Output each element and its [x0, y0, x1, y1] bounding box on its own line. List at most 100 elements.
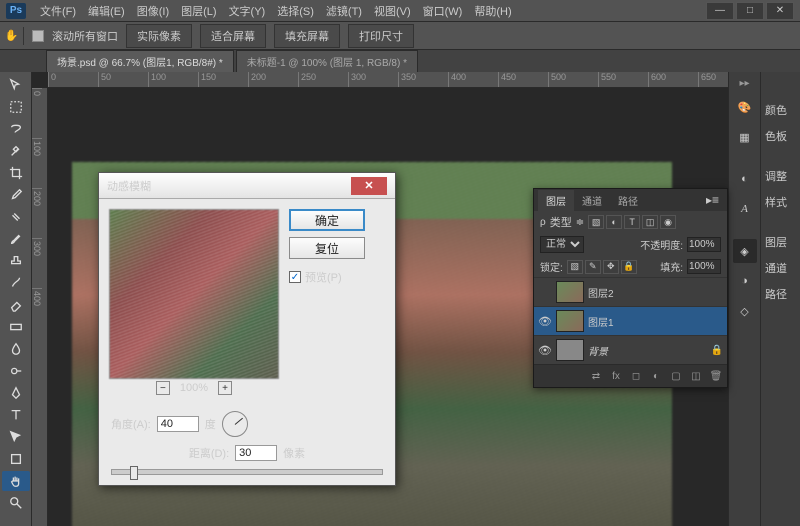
layer-row[interactable]: 👁 图层1: [534, 306, 727, 335]
move-tool[interactable]: [2, 75, 30, 95]
options-bar: ✋ 滚动所有窗口 实际像素 适合屏幕 填充屏幕 打印尺寸: [0, 22, 800, 50]
dock-label[interactable]: 调整: [765, 168, 787, 184]
fill-screen-button[interactable]: 填充屏幕: [274, 24, 340, 48]
link-layers-icon[interactable]: ⇄: [589, 369, 603, 383]
new-layer-icon[interactable]: ◫: [689, 369, 703, 383]
lasso-tool[interactable]: [2, 119, 30, 139]
history-brush-tool[interactable]: [2, 273, 30, 293]
layers-panel-footer: ⇄ fx ◻ ◐ ▢ ◫ 🗑: [534, 364, 727, 387]
dialog-close-button[interactable]: ✕: [351, 177, 387, 195]
minimize-button[interactable]: —: [706, 2, 734, 20]
slider-handle[interactable]: [130, 466, 138, 480]
dock-label[interactable]: 样式: [765, 194, 787, 210]
pen-tool[interactable]: [2, 383, 30, 403]
menu-image[interactable]: 图像(I): [131, 1, 175, 21]
eraser-tool[interactable]: [2, 295, 30, 315]
filter-icons[interactable]: ▧◐T◫◉: [588, 215, 676, 229]
visibility-toggle[interactable]: 👁: [538, 314, 552, 328]
paths-panel-icon[interactable]: ◇: [733, 299, 757, 323]
reset-button[interactable]: 复位: [289, 237, 365, 259]
filter-preview[interactable]: [109, 209, 279, 379]
doc-tab-2[interactable]: 未标题-1 @ 100% (图层 1, RGB/8) *: [236, 50, 418, 72]
angle-input[interactable]: [157, 416, 199, 432]
layers-panel-icon[interactable]: ◈: [733, 239, 757, 263]
layer-mask-icon[interactable]: ◻: [629, 369, 643, 383]
styles-panel-icon[interactable]: A: [733, 197, 757, 221]
preview-checkbox[interactable]: ✓: [289, 271, 301, 283]
distance-input[interactable]: [235, 445, 277, 461]
layer-name[interactable]: 图层1: [588, 314, 614, 329]
maximize-button[interactable]: □: [736, 2, 764, 20]
adjustments-panel-icon[interactable]: ◐: [733, 167, 757, 191]
zoom-level: 100%: [180, 382, 208, 394]
layer-row[interactable]: 👁 背景 🔒: [534, 335, 727, 364]
actual-pixels-button[interactable]: 实际像素: [126, 24, 192, 48]
swatches-panel-icon[interactable]: ▦: [733, 125, 757, 149]
shape-tool[interactable]: [2, 449, 30, 469]
menu-type[interactable]: 文字(Y): [223, 1, 272, 21]
tab-layers[interactable]: 图层: [538, 190, 574, 211]
marquee-tool[interactable]: [2, 97, 30, 117]
dock-label[interactable]: 通道: [765, 260, 787, 276]
motion-blur-dialog[interactable]: 动感模糊 ✕ − 100% + 确定 复位 ✓ 预览(P): [98, 172, 396, 486]
hand-tool[interactable]: [2, 471, 30, 491]
tab-paths[interactable]: 路径: [610, 190, 646, 211]
menu-view[interactable]: 视图(V): [368, 1, 417, 21]
print-size-button[interactable]: 打印尺寸: [348, 24, 414, 48]
group-icon[interactable]: ▢: [669, 369, 683, 383]
collapse-dock-icon[interactable]: ▸▸: [739, 78, 749, 89]
menu-edit[interactable]: 编辑(E): [82, 1, 131, 21]
dodge-tool[interactable]: [2, 361, 30, 381]
dock-label[interactable]: 颜色: [765, 102, 787, 118]
layer-row[interactable]: 图层2: [534, 277, 727, 306]
dialog-titlebar[interactable]: 动感模糊 ✕: [99, 173, 395, 199]
close-window-button[interactable]: ✕: [766, 2, 794, 20]
stamp-tool[interactable]: [2, 251, 30, 271]
crop-tool[interactable]: [2, 163, 30, 183]
eyedropper-tool[interactable]: [2, 185, 30, 205]
layer-name[interactable]: 图层2: [588, 285, 614, 300]
preview-label: 预览(P): [305, 269, 342, 285]
dock-label[interactable]: 路径: [765, 286, 787, 302]
doc-tab-1[interactable]: 场景.psd @ 66.7% (图层1, RGB/8#) *: [46, 50, 234, 72]
fill-input[interactable]: [687, 259, 721, 274]
channels-panel-icon[interactable]: ◑: [733, 269, 757, 293]
visibility-toggle[interactable]: 👁: [538, 343, 552, 357]
healing-tool[interactable]: [2, 207, 30, 227]
panel-menu-icon[interactable]: ▸≡: [702, 193, 723, 207]
layer-name[interactable]: 背景: [588, 343, 608, 358]
menu-layer[interactable]: 图层(L): [175, 1, 222, 21]
tab-channels[interactable]: 通道: [574, 190, 610, 211]
menu-window[interactable]: 窗口(W): [417, 1, 469, 21]
lock-icons[interactable]: ▧✎✥🔒: [567, 260, 637, 274]
adjustment-layer-icon[interactable]: ◐: [649, 369, 663, 383]
scroll-all-checkbox[interactable]: [32, 30, 44, 42]
gradient-tool[interactable]: [2, 317, 30, 337]
dock-label[interactable]: 图层: [765, 234, 787, 250]
fit-screen-button[interactable]: 适合屏幕: [200, 24, 266, 48]
path-tool[interactable]: [2, 427, 30, 447]
menu-filter[interactable]: 滤镜(T): [320, 1, 368, 21]
zoom-in-button[interactable]: +: [218, 381, 232, 395]
opacity-input[interactable]: [687, 237, 721, 252]
blend-mode-select[interactable]: 正常: [540, 236, 584, 253]
menu-file[interactable]: 文件(F): [34, 1, 82, 21]
delete-layer-icon[interactable]: 🗑: [709, 369, 723, 383]
visibility-toggle[interactable]: [538, 285, 552, 299]
menu-help[interactable]: 帮助(H): [468, 1, 517, 21]
distance-slider[interactable]: [111, 469, 383, 475]
wand-tool[interactable]: [2, 141, 30, 161]
blur-tool[interactable]: [2, 339, 30, 359]
angle-dial[interactable]: [222, 411, 248, 437]
type-tool[interactable]: [2, 405, 30, 425]
menu-select[interactable]: 选择(S): [271, 1, 320, 21]
layer-fx-icon[interactable]: fx: [609, 369, 623, 383]
dock-label[interactable]: 色板: [765, 128, 787, 144]
layer-thumbnail: [556, 281, 584, 303]
zoom-tool[interactable]: [2, 493, 30, 513]
ok-button[interactable]: 确定: [289, 209, 365, 231]
color-panel-icon[interactable]: 🎨: [733, 95, 757, 119]
layers-panel[interactable]: 图层 通道 路径 ▸≡ ρ 类型 ≑ ▧◐T◫◉ 正常 不透明度: 锁定: ▧✎…: [533, 188, 728, 388]
zoom-out-button[interactable]: −: [156, 381, 170, 395]
brush-tool[interactable]: [2, 229, 30, 249]
